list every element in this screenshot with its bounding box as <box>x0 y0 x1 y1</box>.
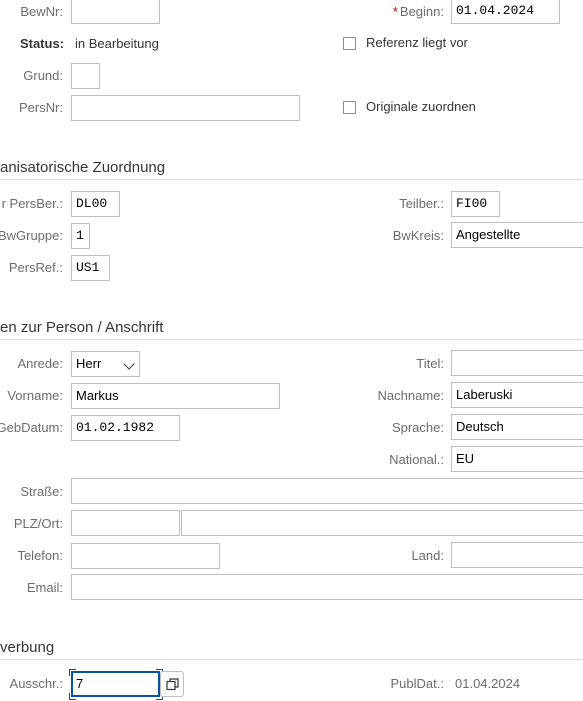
bewerbung-section-title: verbung <box>0 639 55 656</box>
teilber-label: Teilber.: <box>399 196 444 211</box>
email-label: Email: <box>26 580 63 595</box>
section-divider <box>0 659 583 660</box>
persref-input[interactable]: US1 <box>71 255 110 281</box>
anrede-select[interactable]: Herr <box>71 351 140 377</box>
publdat-label: PublDat.: <box>390 676 444 691</box>
beginn-label: * Beginn: <box>393 4 444 20</box>
persber-input[interactable]: DL00 <box>71 191 120 217</box>
email-input[interactable] <box>71 574 583 600</box>
bwgruppe-label: BwGruppe: <box>0 228 63 243</box>
vorname-input[interactable]: Markus <box>71 383 280 409</box>
chevron-down-icon <box>123 358 135 370</box>
plz-input[interactable] <box>71 510 180 536</box>
anrede-selected-value: Herr <box>76 356 102 371</box>
focus-corner <box>69 669 76 676</box>
grund-label: Grund: <box>23 68 63 83</box>
titel-input[interactable] <box>451 350 583 376</box>
org-section-title: anisatorische Zuordnung <box>0 159 166 176</box>
nachname-label: Nachname: <box>377 388 444 403</box>
telefon-label: Telefon: <box>17 548 63 563</box>
focus-corner <box>69 693 76 700</box>
person-section-title: en zur Person / Anschrift <box>0 319 164 336</box>
ort-input[interactable] <box>181 510 583 536</box>
referenz-label: Referenz liegt vor <box>366 35 468 50</box>
land-label: Land: <box>411 548 444 563</box>
originale-label: Originale zuordnen <box>366 99 476 114</box>
persnr-label: PersNr: <box>18 100 63 115</box>
status-value: in Bearbeitung <box>75 36 159 51</box>
persnr-input[interactable] <box>71 95 300 121</box>
gebdatum-input[interactable]: 01.02.1982 <box>71 415 180 441</box>
section-divider <box>0 339 583 340</box>
sprache-label: Sprache: <box>391 420 444 435</box>
status-label: Status: <box>19 36 64 51</box>
referenz-checkbox[interactable] <box>343 37 356 50</box>
publdat-value: 01.04.2024 <box>455 676 521 691</box>
titel-label: Titel: <box>416 356 444 371</box>
originale-checkbox[interactable] <box>343 101 356 114</box>
plz-ort-label: PLZ/Ort: <box>13 516 63 531</box>
strasse-label: Straße: <box>20 484 63 499</box>
value-help-icon <box>166 678 179 691</box>
beginn-input[interactable]: 01.04.2024 <box>451 0 560 24</box>
nachname-input[interactable]: Laberuski <box>451 382 583 408</box>
bwgruppe-input[interactable]: 1 <box>71 223 90 249</box>
land-input[interactable] <box>451 542 583 568</box>
strasse-input[interactable] <box>71 478 583 504</box>
national-label: National.: <box>389 452 444 467</box>
ausschr-input[interactable]: 7 <box>71 671 160 697</box>
ausschr-label: Ausschr.: <box>9 676 63 691</box>
persref-label: PersRef.: <box>8 260 63 275</box>
bewnr-input[interactable] <box>71 0 160 24</box>
bwkreis-label: BwKreis: <box>392 228 444 243</box>
persber-label: r PersBer.: <box>1 196 63 211</box>
beginn-label-text: Beginn: <box>399 4 444 19</box>
national-input[interactable]: EU <box>451 446 583 472</box>
bwkreis-input[interactable]: Angestellte <box>451 222 583 248</box>
telefon-input[interactable] <box>71 543 220 569</box>
gebdatum-label: GebDatum: <box>0 420 63 435</box>
required-marker: * <box>392 4 398 19</box>
vorname-label: Vorname: <box>7 388 63 403</box>
anrede-label: Anrede: <box>17 356 63 371</box>
value-help-button[interactable] <box>160 671 184 697</box>
grund-input[interactable] <box>71 63 100 89</box>
sprache-input[interactable]: Deutsch <box>451 414 583 440</box>
section-divider <box>0 179 583 180</box>
bewnr-label: BewNr: <box>20 4 63 19</box>
teilber-input[interactable]: FI00 <box>451 191 500 217</box>
